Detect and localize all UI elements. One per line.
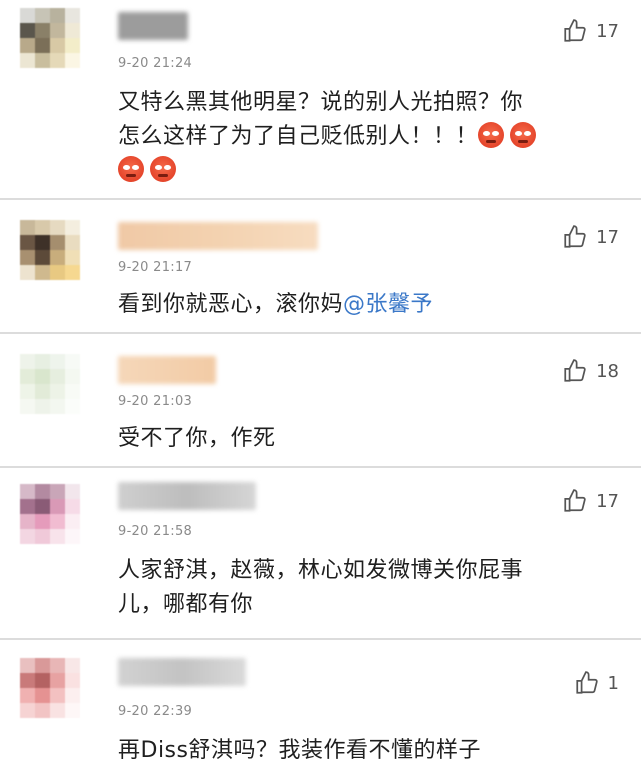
comment-text-fragment: 怎么这样了为了自己贬低别人！！！ <box>118 124 479 149</box>
comment-item: 9-20 21:24 17 又特么黑其他明星？说的别人光拍照？你 怎么这样了为了… <box>0 0 641 200</box>
angry-face-icon <box>118 156 144 182</box>
like-count: 18 <box>596 360 619 382</box>
comment-text-fragment: 看到你就恶心，滚你妈 <box>118 292 344 317</box>
like-count: 17 <box>596 20 619 42</box>
avatar[interactable] <box>20 8 80 68</box>
comment-text: 受不了你，作死 <box>118 426 276 451</box>
comment-timestamp: 9-20 21:58 <box>118 524 193 539</box>
thumbs-up-icon <box>564 19 586 42</box>
like-button[interactable]: 17 <box>562 488 619 514</box>
comment-text: 人家舒淇，赵薇，林心如发微博关你屁事 儿，哪都有你 <box>118 554 601 622</box>
like-button[interactable]: 18 <box>562 358 619 384</box>
comment-emoji-row <box>118 154 601 188</box>
comment-text: 又特么黑其他明星？说的别人光拍照？你 怎么这样了为了自己贬低别人！！！ <box>118 86 601 188</box>
username-blurred[interactable] <box>118 482 256 510</box>
comment-item: 9-20 21:03 18 受不了你，作死 <box>0 334 641 468</box>
comment-text-line: 人家舒淇，赵薇，林心如发微博关你屁事 <box>118 558 524 583</box>
username-blurred[interactable] <box>118 12 188 40</box>
username-blurred[interactable] <box>118 356 216 384</box>
avatar[interactable] <box>20 354 80 414</box>
username-blurred[interactable] <box>118 658 246 686</box>
thumbs-up-icon <box>564 359 586 382</box>
comment-text-line: 又特么黑其他明星？说的别人光拍照？你 <box>118 90 524 115</box>
angry-face-icon <box>510 122 537 148</box>
comment-timestamp: 9-20 22:39 <box>118 704 193 719</box>
comment-text-line: 怎么这样了为了自己贬低别人！！！ <box>118 120 601 154</box>
like-button[interactable]: 17 <box>562 224 619 250</box>
thumbs-up-icon <box>564 489 586 512</box>
username-blurred[interactable] <box>118 222 318 250</box>
comment-text: 再Diss舒淇吗？我装作看不懂的样子 <box>118 738 481 763</box>
comment-timestamp: 9-20 21:24 <box>118 56 193 71</box>
like-count: 17 <box>596 490 619 512</box>
comment-text-line: 儿，哪都有你 <box>118 592 254 617</box>
comment-text: 看到你就恶心，滚你妈@张馨予 <box>118 288 601 322</box>
avatar[interactable] <box>20 484 80 544</box>
comment-list: 9-20 21:24 17 又特么黑其他明星？说的别人光拍照？你 怎么这样了为了… <box>0 0 641 780</box>
thumbs-up-icon <box>575 671 598 694</box>
like-count: 17 <box>596 226 619 248</box>
angry-face-icon <box>150 156 176 182</box>
avatar[interactable] <box>20 658 80 718</box>
avatar[interactable] <box>20 220 80 280</box>
like-count: 1 <box>607 672 619 694</box>
user-mention-link[interactable]: @张馨予 <box>343 292 433 317</box>
comment-timestamp: 9-20 21:03 <box>118 394 193 409</box>
comment-item: 9-20 21:17 17 看到你就恶心，滚你妈@张馨予 <box>0 200 641 334</box>
like-button[interactable]: 1 <box>574 670 619 696</box>
like-button[interactable]: 17 <box>562 18 619 44</box>
comment-item: 9-20 22:39 1 再Diss舒淇吗？我装作看不懂的样子 <box>0 640 641 780</box>
angry-face-icon <box>478 122 505 148</box>
thumbs-up-icon <box>564 225 586 248</box>
comment-timestamp: 9-20 21:17 <box>118 260 193 275</box>
comment-item: 9-20 21:58 17 人家舒淇，赵薇，林心如发微博关你屁事 儿，哪都有你 <box>0 468 641 640</box>
